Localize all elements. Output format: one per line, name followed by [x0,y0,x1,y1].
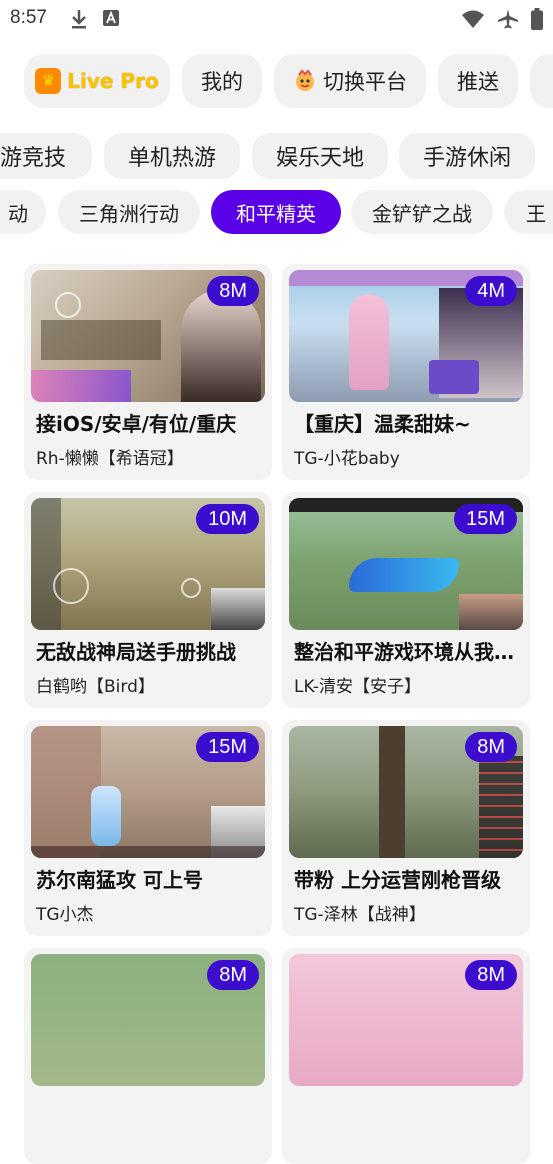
stream-title: 苏尔南猛攻 可上号 [36,868,203,892]
stream-thumbnail: 8M [289,726,523,858]
game-tab-peacekeeper-elite[interactable]: 和平精英 [211,190,341,234]
game-tab-delta-force[interactable]: 三角洲行动 [58,190,200,234]
download-icon [72,10,86,29]
category-esports[interactable]: 游竞技 [0,133,92,179]
game-row: 动 三角洲行动 和平精英 金铲铲之战 王 [0,190,553,236]
stream-title: 无敌战神局送手册挑战 [36,640,236,664]
streamer-name: TG小杰 [36,905,94,925]
category-entertainment[interactable]: 娱乐天地 [252,133,388,179]
airplane-icon [498,9,518,29]
streamer-name: LK-清安【安子】 [294,677,421,697]
stream-thumbnail: 8M [289,954,523,1086]
stream-title: 整治和平游戏环境从我做起 [294,640,522,664]
game-tab-golden-spatula[interactable]: 金铲铲之战 [351,190,493,234]
viewer-count-badge: 8M [465,732,517,762]
category-row: 游竞技 单机热游 娱乐天地 手游休闲 [0,133,553,181]
stream-card[interactable]: 15M 苏尔南猛攻 可上号 TG小杰 [24,720,272,936]
stream-thumbnail: 4M [289,270,523,402]
more-nav-button[interactable] [530,54,553,108]
stream-thumbnail: 8M [31,270,265,402]
viewer-count-badge: 10M [196,504,259,534]
viewer-count-badge: 15M [454,504,517,534]
stream-thumbnail: 15M [31,726,265,858]
stream-card[interactable]: 10M 无敌战神局送手册挑战 白鹤哟【Bird】 [24,492,272,708]
status-time: 8:57 [10,7,47,28]
category-single-player[interactable]: 单机热游 [104,133,240,179]
battery-icon [531,8,543,30]
stream-card[interactable]: 4M 【重庆】温柔甜妹~ TG-小花baby [282,264,530,480]
viewer-count-badge: 15M [196,732,259,762]
stream-card[interactable]: 8M [24,948,272,1164]
a-box-icon [103,10,119,26]
stream-card[interactable]: 8M [282,948,530,1164]
live-pro-button[interactable]: ♛ Live Pro [24,54,170,108]
viewer-count-badge: 4M [465,276,517,306]
streamer-name: 白鹤哟【Bird】 [36,677,155,697]
push-button[interactable]: 推送 [438,54,518,108]
stream-thumbnail: 15M [289,498,523,630]
crown-icon: ♛ [35,68,62,94]
stream-card[interactable]: 8M 带粉 上分运营刚枪晋级 TG-泽林【战神】 [282,720,530,936]
my-button[interactable]: 我的 [182,54,262,108]
stream-card[interactable]: 8M 接iOS/安卓/有位/重庆 Rh-懒懒【希语冠】 [24,264,272,480]
stream-thumbnail: 8M [31,954,265,1086]
game-tab-partial-right[interactable]: 王 [504,190,553,234]
stream-title: 带粉 上分运营刚枪晋级 [294,868,501,892]
viewer-count-badge: 8M [207,276,259,306]
status-bar: 8:57 [0,0,553,38]
stream-card[interactable]: 15M 整治和平游戏环境从我做起 LK-清安【安子】 [282,492,530,708]
stream-title: 【重庆】温柔甜妹~ [294,412,471,436]
game-tab-partial[interactable]: 动 [0,190,46,234]
streamer-name: TG-泽林【战神】 [294,905,426,925]
switch-platform-button[interactable]: 切换平台 [274,54,426,108]
streamer-name: Rh-懒懒【希语冠】 [36,449,184,469]
stream-title: 接iOS/安卓/有位/重庆 [36,412,237,436]
stream-thumbnail: 10M [31,498,265,630]
platform-icon [296,69,314,91]
category-mobile-casual[interactable]: 手游休闲 [399,133,535,179]
viewer-count-badge: 8M [207,960,259,990]
viewer-count-badge: 8M [465,960,517,990]
streamer-name: TG-小花baby [294,449,400,469]
wifi-icon [462,10,484,28]
status-left-icons [70,9,120,29]
status-right-icons [461,8,543,30]
top-nav-row: ♛ Live Pro 我的 切换平台 推送 [0,54,553,110]
